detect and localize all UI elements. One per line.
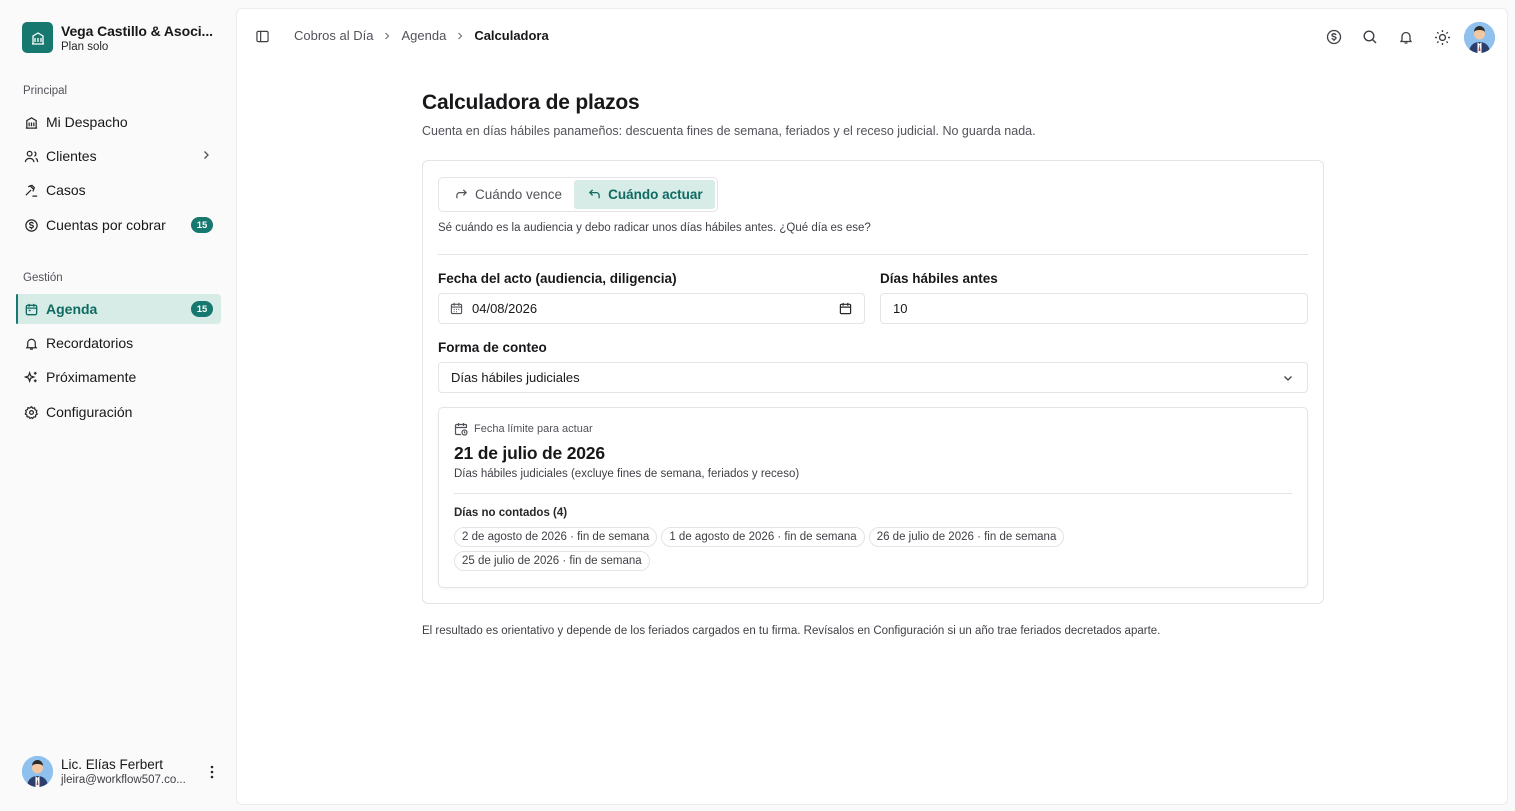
- calendar-picker-icon[interactable]: [839, 302, 852, 315]
- chevron-right-icon: [455, 31, 465, 41]
- search-icon[interactable]: [1352, 21, 1388, 53]
- topbar: Cobros al Día Agenda Calculadora: [237, 9, 1507, 65]
- sidebar-item-label: Recordatorios: [46, 335, 134, 351]
- breadcrumb-item-cobros[interactable]: Cobros al Día: [294, 28, 373, 43]
- more-vertical-icon[interactable]: [210, 765, 214, 779]
- gavel-icon: [23, 182, 39, 198]
- chevron-right-icon: [200, 149, 212, 161]
- result-label: Fecha límite para actuar: [454, 422, 593, 436]
- sidebar-item-mi-despacho[interactable]: Mi Despacho: [16, 107, 221, 137]
- top-actions: [1316, 21, 1495, 53]
- date-input[interactable]: [472, 301, 864, 316]
- excluded-days-list: 2 de agosto de 2026 · fin de semana 1 de…: [454, 527, 1134, 571]
- chevron-right-icon: [382, 31, 392, 41]
- count-select-value: Días hábiles judiciales: [451, 370, 580, 385]
- sidebar: Vega Castillo & Asoci... Plan solo Princ…: [0, 0, 236, 811]
- sidebar-item-casos[interactable]: Casos: [16, 175, 221, 205]
- bell-icon[interactable]: [1388, 21, 1424, 53]
- result-date: 21 de julio de 2026: [454, 443, 605, 463]
- tab-cuando-actuar[interactable]: Cuándo actuar: [574, 180, 715, 209]
- date-field[interactable]: [438, 293, 865, 324]
- page-title: Calculadora de plazos: [422, 91, 640, 114]
- sidebar-item-label: Próximamente: [46, 369, 137, 385]
- dollar-circle-icon[interactable]: [1316, 21, 1352, 53]
- section-label-principal: Principal: [23, 85, 68, 97]
- building-icon: [22, 22, 53, 53]
- arrow-back-icon: [588, 188, 608, 201]
- excluded-day-chip: 26 de julio de 2026 · fin de semana: [868, 527, 1065, 547]
- building-icon: [23, 114, 39, 130]
- breadcrumb-current: Calculadora: [474, 28, 549, 43]
- section-label-gestion: Gestión: [23, 272, 63, 284]
- days-label: Días hábiles antes: [880, 271, 998, 286]
- excluded-day-chip: 25 de julio de 2026 · fin de semana: [454, 551, 650, 571]
- sidebar-item-clientes[interactable]: Clientes: [16, 141, 221, 171]
- sidebar-item-label: Clientes: [46, 148, 97, 164]
- sidebar-item-cuentas-por-cobrar[interactable]: Cuentas por cobrar 15: [16, 210, 221, 240]
- result-note: Días hábiles judiciales (excluye fines d…: [454, 468, 800, 480]
- sidebar-toggle-icon[interactable]: [256, 30, 269, 43]
- calendar-icon: [450, 302, 463, 315]
- mode-tabs: Cuándo vence Cuándo actuar: [438, 177, 718, 212]
- excluded-days-title: Días no contados (4): [454, 507, 568, 519]
- result-panel: Fecha límite para actuar 21 de julio de …: [438, 407, 1308, 588]
- sun-icon[interactable]: [1424, 21, 1460, 53]
- user-name: Lic. Elías Ferbert: [61, 757, 164, 772]
- sidebar-item-label: Agenda: [46, 301, 98, 317]
- sidebar-item-configuracion[interactable]: Configuración: [16, 397, 221, 427]
- excluded-day-chip: 1 de agosto de 2026 · fin de semana: [661, 527, 865, 547]
- count-label: Forma de conteo: [438, 340, 547, 355]
- firm-plan: Plan solo: [61, 40, 109, 53]
- bell-icon: [23, 335, 39, 351]
- sidebar-item-proximamente[interactable]: Próximamente: [16, 362, 221, 392]
- sidebar-item-label: Configuración: [46, 404, 133, 420]
- tab-cuando-vence[interactable]: Cuándo vence: [441, 180, 574, 209]
- sidebar-item-recordatorios[interactable]: Recordatorios: [16, 328, 221, 358]
- sidebar-item-label: Casos: [46, 182, 86, 198]
- footnote: El resultado es orientativo y depende de…: [422, 625, 1161, 637]
- sparkles-icon: [23, 369, 39, 385]
- date-label: Fecha del acto (audiencia, diligencia): [438, 271, 677, 286]
- calendar-clock-icon: [454, 422, 474, 436]
- user-menu[interactable]: Lic. Elías Ferbert jleira@workflow507.co…: [22, 756, 222, 787]
- chevron-down-icon: [1282, 372, 1294, 384]
- firm-name: Vega Castillo & Asoci...: [61, 22, 213, 39]
- sidebar-item-label: Cuentas por cobrar: [46, 217, 166, 233]
- days-field[interactable]: [880, 293, 1308, 324]
- breadcrumb-item-agenda[interactable]: Agenda: [401, 28, 446, 43]
- firm-switcher[interactable]: Vega Castillo & Asoci... Plan solo: [22, 22, 213, 53]
- mode-description: Sé cuándo es la audiencia y debo radicar…: [438, 222, 871, 234]
- gear-icon: [23, 404, 39, 420]
- dollar-circle-icon: [23, 217, 39, 233]
- avatar: [22, 756, 53, 787]
- users-icon: [23, 148, 39, 164]
- user-email: jleira@workflow507.co...: [61, 774, 186, 786]
- calendar-icon: [23, 301, 39, 317]
- count-badge: 15: [191, 217, 213, 233]
- avatar[interactable]: [1464, 21, 1495, 53]
- sidebar-item-label: Mi Despacho: [46, 114, 128, 130]
- arrow-forward-icon: [455, 188, 475, 201]
- count-badge: 15: [191, 301, 213, 317]
- tab-label: Cuándo actuar: [608, 187, 703, 202]
- divider: [454, 493, 1292, 494]
- sidebar-item-agenda[interactable]: Agenda 15: [16, 294, 221, 324]
- breadcrumb: Cobros al Día Agenda Calculadora: [294, 28, 549, 43]
- main-panel: Cobros al Día Agenda Calculadora Calcula…: [236, 8, 1508, 805]
- divider: [438, 254, 1308, 255]
- days-input[interactable]: [893, 301, 1307, 316]
- result-label-text: Fecha límite para actuar: [474, 423, 593, 435]
- excluded-day-chip: 2 de agosto de 2026 · fin de semana: [454, 527, 658, 547]
- page-subtitle: Cuenta en días hábiles panameños: descue…: [422, 124, 1036, 138]
- tab-label: Cuándo vence: [475, 187, 563, 202]
- count-select[interactable]: Días hábiles judiciales: [438, 362, 1308, 393]
- calculator-card: Cuándo vence Cuándo actuar Sé cuándo es …: [422, 160, 1324, 604]
